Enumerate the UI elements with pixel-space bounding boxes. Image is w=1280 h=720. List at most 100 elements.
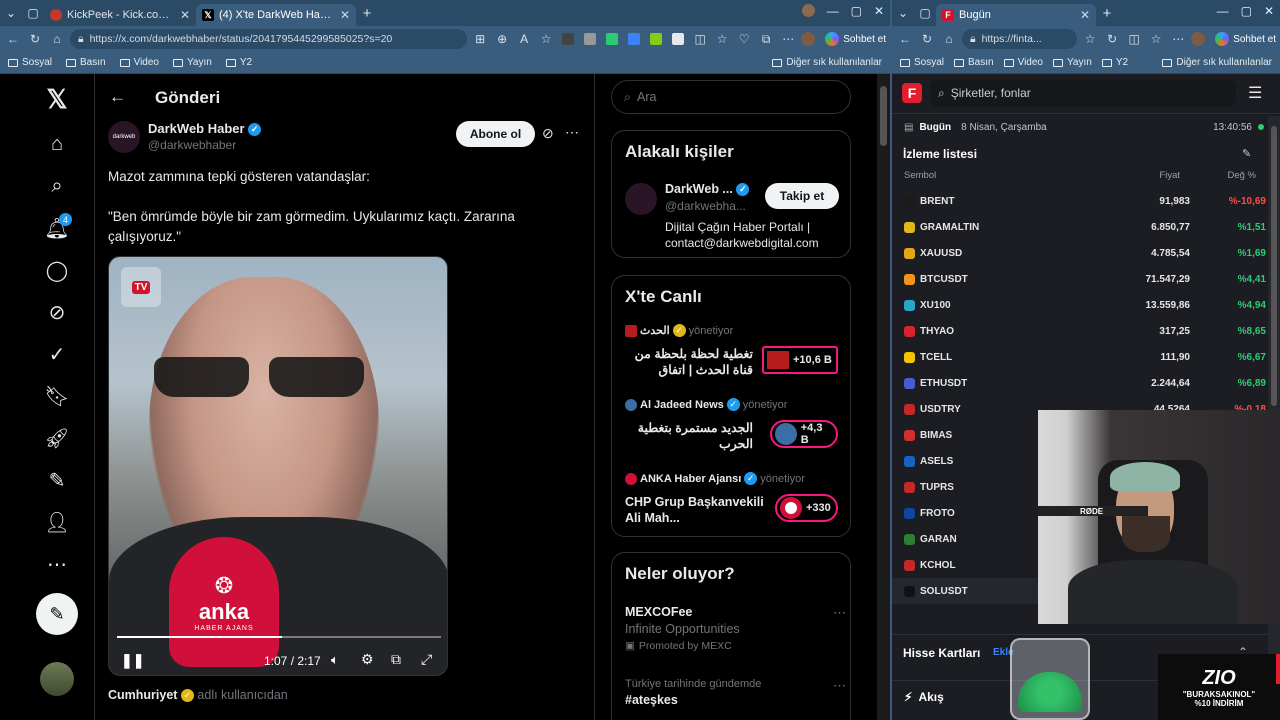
hamburger-menu-icon[interactable]: ☰ [1248,83,1262,103]
workspaces-icon[interactable]: ▢ [914,2,936,24]
minimize-icon[interactable]: — [1217,4,1229,18]
bookmark-basin[interactable]: Basın [66,57,106,68]
collections-icon[interactable]: ☆ [1147,32,1165,46]
profile-avatar[interactable] [801,32,816,46]
post-more-icon[interactable]: ⋯ [565,124,579,141]
trend-item-promoted[interactable]: MEXCOFee Infinite Opportunities ▣ Promote… [625,605,846,652]
home-icon[interactable]: ⌂ [940,32,958,46]
follow-button[interactable]: Takip et [765,183,839,209]
profile-icon[interactable]: 👤︎ [40,505,74,539]
notifications-bell-icon[interactable]: 🔔︎ 4 [40,211,74,245]
close-tab-icon[interactable]: ✕ [340,8,350,22]
watchlist-row[interactable]: ETHUSDT 2.244,64 %6,89 [892,370,1268,396]
extension-icon[interactable] [628,33,641,45]
bookmark-video[interactable]: Video [1003,57,1043,68]
split-screen-icon[interactable]: ◫ [691,32,709,46]
back-arrow-icon[interactable]: ← [109,87,126,107]
watchlist-row[interactable]: BTCUSDT 71.547,29 %4,41 [892,266,1268,292]
favorite-star-icon[interactable]: ☆ [1081,32,1099,46]
profile-avatar[interactable] [1191,32,1206,46]
copilot-button[interactable]: Sohbet et [825,32,886,46]
other-bookmarks[interactable]: Diğer sık kullanılanlar [1162,57,1272,68]
verified-icon[interactable]: ✓ [40,337,74,371]
settings-gear-icon[interactable]: ⚙︎ [361,651,374,668]
close-tab-icon[interactable]: ✕ [180,8,190,22]
bookmark-video[interactable]: Video [119,57,159,68]
related-name[interactable]: DarkWeb ... ✓ [665,182,750,197]
health-icon[interactable]: ♡ [735,32,753,46]
extension-icon[interactable] [562,33,575,45]
tab-actions-chevron-icon[interactable]: ⌄ [892,2,914,24]
url-field[interactable]: 🔒︎ https://finta... [962,29,1078,49]
live-item-3[interactable]: ANKA Haber Ajansı ✓ yönetiyor CHP Grup Baş… [625,472,845,532]
post-video[interactable]: TV ❂ anka HABER AJANS ❚❚ 1:07 / 2:17 🔈︎ … [108,256,448,676]
watchlist-row[interactable]: GRAMALTIN 6.850,77 %1,51 [892,214,1268,240]
fintables-logo[interactable]: F [902,83,922,103]
more-icon[interactable]: ⋯ [779,32,797,46]
close-tab-icon[interactable]: ✕ [1080,8,1090,22]
extension-icon[interactable] [584,33,597,45]
extension-icon[interactable] [650,33,663,45]
compose-post-button[interactable]: ✎ [36,593,78,635]
refresh-page-icon[interactable]: ↻ [1103,32,1121,46]
home-icon[interactable]: ⌂ [40,127,74,161]
page-scrollbar[interactable] [877,74,890,720]
bookmarks-icon[interactable]: 🔖︎ [40,379,74,413]
tab-fintables[interactable]: F Bugün ✕ [936,4,1096,26]
explore-search-icon[interactable]: ⌕ [40,169,74,203]
watchlist-row[interactable]: BRENT 91,983 %-10,69 [892,188,1268,214]
scrollbar-thumb[interactable] [880,86,887,146]
back-icon[interactable]: ← [4,32,22,46]
video-progress-track[interactable] [117,636,441,638]
url-field[interactable]: 🔒︎ https://x.com/darkwebhaber/status/204… [70,29,468,49]
extension-icon[interactable] [606,33,619,45]
account-avatar[interactable] [40,662,74,696]
next-post-header[interactable]: Cumhuriyet ✓ adlı kullanıcıdan [108,688,288,703]
tab-kickpeek[interactable]: KickPeek - Kick.com için Gerçek Zaman ✕ [44,4,196,26]
zoom-icon[interactable]: ⊕ [493,32,511,46]
read-aloud-icon[interactable]: A [515,32,533,46]
live-item-2[interactable]: Al Jadeed News ✓ yönetiyor الجديد مستمرة ب… [625,398,845,458]
volume-icon[interactable]: 🔈︎ [331,652,339,668]
scrollbar-thumb[interactable] [1271,126,1277,406]
minimize-icon[interactable]: — [827,4,839,18]
refresh-icon[interactable]: ↻ [26,32,44,46]
bookmark-sosyal[interactable]: Sosyal [8,57,52,68]
screenshot-icon[interactable]: ⧉ [757,32,775,47]
more-circle-icon[interactable]: ⋯ [40,547,74,581]
bookmark-y2[interactable]: Y2 [1101,57,1128,68]
watchlist-row[interactable]: XU100 13.559,86 %4,94 [892,292,1268,318]
pause-button[interactable]: ❚❚ [121,652,144,669]
split-screen-icon[interactable]: ◫ [1125,32,1143,46]
maximize-icon[interactable]: ▢ [851,4,862,18]
author-handle[interactable]: @darkwebhaber [148,138,236,152]
bookmark-y2[interactable]: Y2 [225,57,252,68]
workspaces-icon[interactable]: ▢ [22,2,44,24]
tab-actions-chevron-icon[interactable]: ⌄ [0,2,22,24]
subscribe-button[interactable]: Abone ol [456,121,535,147]
watchlist-row[interactable]: TCELL 111,90 %6,67 [892,344,1268,370]
avatar-icon[interactable] [801,4,815,17]
author-name[interactable]: DarkWeb Haber ✓ [148,121,262,137]
articles-icon[interactable]: ✎ [40,463,74,497]
live-item-1[interactable]: الحدث ✓ yönetiyor تغطية لحظة بلحظة من قناة… [625,324,845,384]
copilot-button[interactable]: Sohbet et [1215,32,1276,46]
grok-explain-icon[interactable]: ⊘ [542,125,554,142]
refresh-icon[interactable]: ↻ [918,32,936,46]
messages-icon[interactable]: ◯ [40,253,74,287]
new-tab-button[interactable]: + [356,2,378,24]
close-window-icon[interactable]: ✕ [1264,4,1274,18]
x-logo-icon[interactable]: 𝕏 [40,82,74,116]
bookmark-yayin[interactable]: Yayın [173,57,212,68]
grok-icon[interactable]: ⊘ [40,295,74,329]
tab-x-post[interactable]: 𝕏 (4) X'te DarkWeb Haber: "Mazo ✕ [196,4,356,26]
bookmark-sosyal[interactable]: Sosyal [900,57,944,68]
close-window-icon[interactable]: ✕ [874,4,884,18]
favorite-star-icon[interactable]: ☆ [537,32,555,46]
pip-icon[interactable]: ⧉ [391,651,401,668]
watchlist-row[interactable]: THYAO 317,25 %8,65 [892,318,1268,344]
extension-icon[interactable] [672,33,685,45]
search-box[interactable]: ⌕ Ara [611,80,851,114]
bookmark-yayin[interactable]: Yayın [1053,57,1092,68]
fintables-search[interactable]: ⌕ Şirketler, fonlar [930,80,1236,106]
